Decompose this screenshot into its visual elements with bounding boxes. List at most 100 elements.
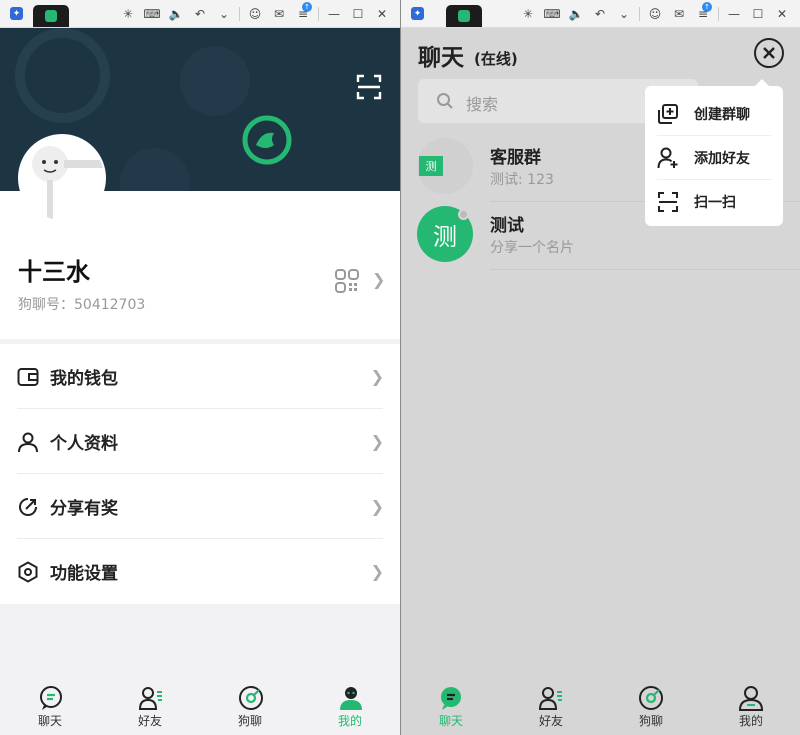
volume-icon[interactable]: 🔈 [564,3,588,25]
add-friend-icon [657,147,678,169]
me-icon [340,687,362,710]
nav-label: 聊天 [37,714,62,728]
mail-icon[interactable]: ✉ [267,3,291,25]
wallet-icon [17,367,39,386]
discover-icon [239,686,263,710]
titlebar-divider [318,6,319,21]
avatar-image [20,136,104,220]
bird-logo-icon [242,115,292,165]
close-window-icon[interactable]: ✕ [770,3,794,25]
divider [490,269,800,270]
bottom-nav: 聊天 好友 狗聊 我的 [401,675,800,735]
titlebar-divider [639,6,640,21]
chevron-right-icon[interactable]: ❯ [372,270,385,289]
account-icon[interactable]: ☺ [243,3,267,25]
menu-item-settings[interactable]: 功能设置 ❯ [0,539,400,604]
nav-chat[interactable]: 聊天 [0,675,100,735]
mail-icon[interactable]: ✉ [667,3,691,25]
popup-item-scan[interactable]: 扫一扫 [645,180,783,224]
account-icon[interactable]: ☺ [643,3,667,25]
scan-icon[interactable] [355,73,383,101]
close-menu-button[interactable] [754,38,784,68]
discover-icon [639,686,663,710]
minimize-icon[interactable]: — [722,3,746,25]
popup-item-add-friend[interactable]: 添加好友 [645,136,783,180]
nav-discover[interactable]: 狗聊 [601,675,701,735]
nav-chat[interactable]: 聊天 [401,675,501,735]
nav-label: 狗聊 [237,714,262,728]
conversation-preview: 分享一个名片 [490,240,574,256]
conversation-preview: 测试: 123 [490,172,554,188]
maximize-icon[interactable]: ☐ [346,3,370,25]
profile-menu: 我的钱包 ❯ 个人资料 ❯ 分享有奖 ❯ 功能设置 ❯ [0,344,400,604]
presence-dot [458,209,469,220]
banner-bird-logo-icon [15,28,110,123]
nav-friends[interactable]: 好友 [501,675,601,735]
menu-icon[interactable]: ≡ ↑ [691,1,715,25]
app-logo-icon: ✦ [10,7,23,20]
app-tab-icon [458,10,470,22]
popup-item-label: 添加好友 [694,151,750,167]
menu-item-label: 个人资料 [50,434,118,454]
titlebar-controls: ✳ ⌨ 🔈 ↶ ⌄ ☺ ✉ ≡ ↑ — ☐ ✕ [116,1,394,25]
menu-item-label: 功能设置 [50,564,118,584]
qr-code-icon[interactable] [334,268,360,294]
nav-label: 好友 [538,714,563,728]
menu-item-wallet[interactable]: 我的钱包 ❯ [0,344,400,409]
maximize-icon[interactable]: ☐ [746,3,770,25]
menu-item-profile[interactable]: 个人资料 ❯ [0,409,400,474]
volume-icon[interactable]: 🔈 [164,3,188,25]
nav-label: 我的 [337,714,362,728]
app-tab[interactable] [33,5,69,27]
menu-item-share[interactable]: 分享有奖 ❯ [0,474,400,539]
chevron-down-icon[interactable]: ⌄ [612,3,636,25]
create-group-icon [658,104,678,124]
menu-item-label: 分享有奖 [50,499,118,519]
close-icon [763,47,775,59]
keyboard-icon[interactable]: ⌨ [540,3,564,25]
window-titlebar: ✦ ✳ ⌨ 🔈 ↶ ⌄ ☺ ✉ ≡ ↑ — ☐ ✕ [401,0,800,28]
nav-discover[interactable]: 狗聊 [200,675,300,735]
popup-item-create-group[interactable]: 创建群聊 [645,92,783,136]
close-window-icon[interactable]: ✕ [370,3,394,25]
chat-icon [441,687,461,710]
minimize-icon[interactable]: — [322,3,346,25]
banner-decor [120,148,190,191]
friends-icon [138,687,162,710]
keyboard-icon[interactable]: ⌨ [140,3,164,25]
undo-icon[interactable]: ↶ [588,3,612,25]
titlebar-controls: ✳ ⌨ 🔈 ↶ ⌄ ☺ ✉ ≡ ↑ — ☐ ✕ [516,1,794,25]
app-tab[interactable] [446,5,482,27]
settings-icon [18,560,38,583]
bluetooth-icon[interactable]: ✳ [516,3,540,25]
chat-icon [40,686,62,710]
group-avatar-badge: 测 [419,156,443,176]
profile-id: 狗聊号：50412703 [18,297,146,313]
search-icon [437,93,453,109]
scan-icon [658,192,678,212]
nav-friends[interactable]: 好友 [100,675,200,735]
undo-icon[interactable]: ↶ [188,3,212,25]
nav-me[interactable]: 我的 [701,675,800,735]
chevron-right-icon: ❯ [370,432,384,451]
chevron-right-icon: ❯ [370,562,384,581]
window-titlebar: ✦ ✳ ⌨ 🔈 ↶ ⌄ ☺ ✉ ≡ ↑ — ☐ ✕ [0,0,400,28]
me-icon [738,686,764,711]
person-icon [18,432,38,452]
nav-me[interactable]: 我的 [300,675,400,735]
chevron-down-icon[interactable]: ⌄ [212,3,236,25]
avatar[interactable] [18,134,106,222]
popup-item-label: 扫一扫 [694,195,736,211]
bluetooth-icon[interactable]: ✳ [116,3,140,25]
profile-name: 十三水 [18,258,90,286]
menu-item-label: 我的钱包 [50,369,118,389]
nav-label: 聊天 [438,714,463,728]
chevron-right-icon: ❯ [370,497,384,516]
banner-decor [180,46,250,116]
menu-icon[interactable]: ≡ ↑ [291,1,315,25]
update-badge-icon: ↑ [302,1,312,12]
conversation-name: 测试 [490,216,524,236]
update-badge-icon: ↑ [702,1,712,12]
popup-item-label: 创建群聊 [694,107,750,123]
conversation-name: 客服群 [490,148,541,168]
